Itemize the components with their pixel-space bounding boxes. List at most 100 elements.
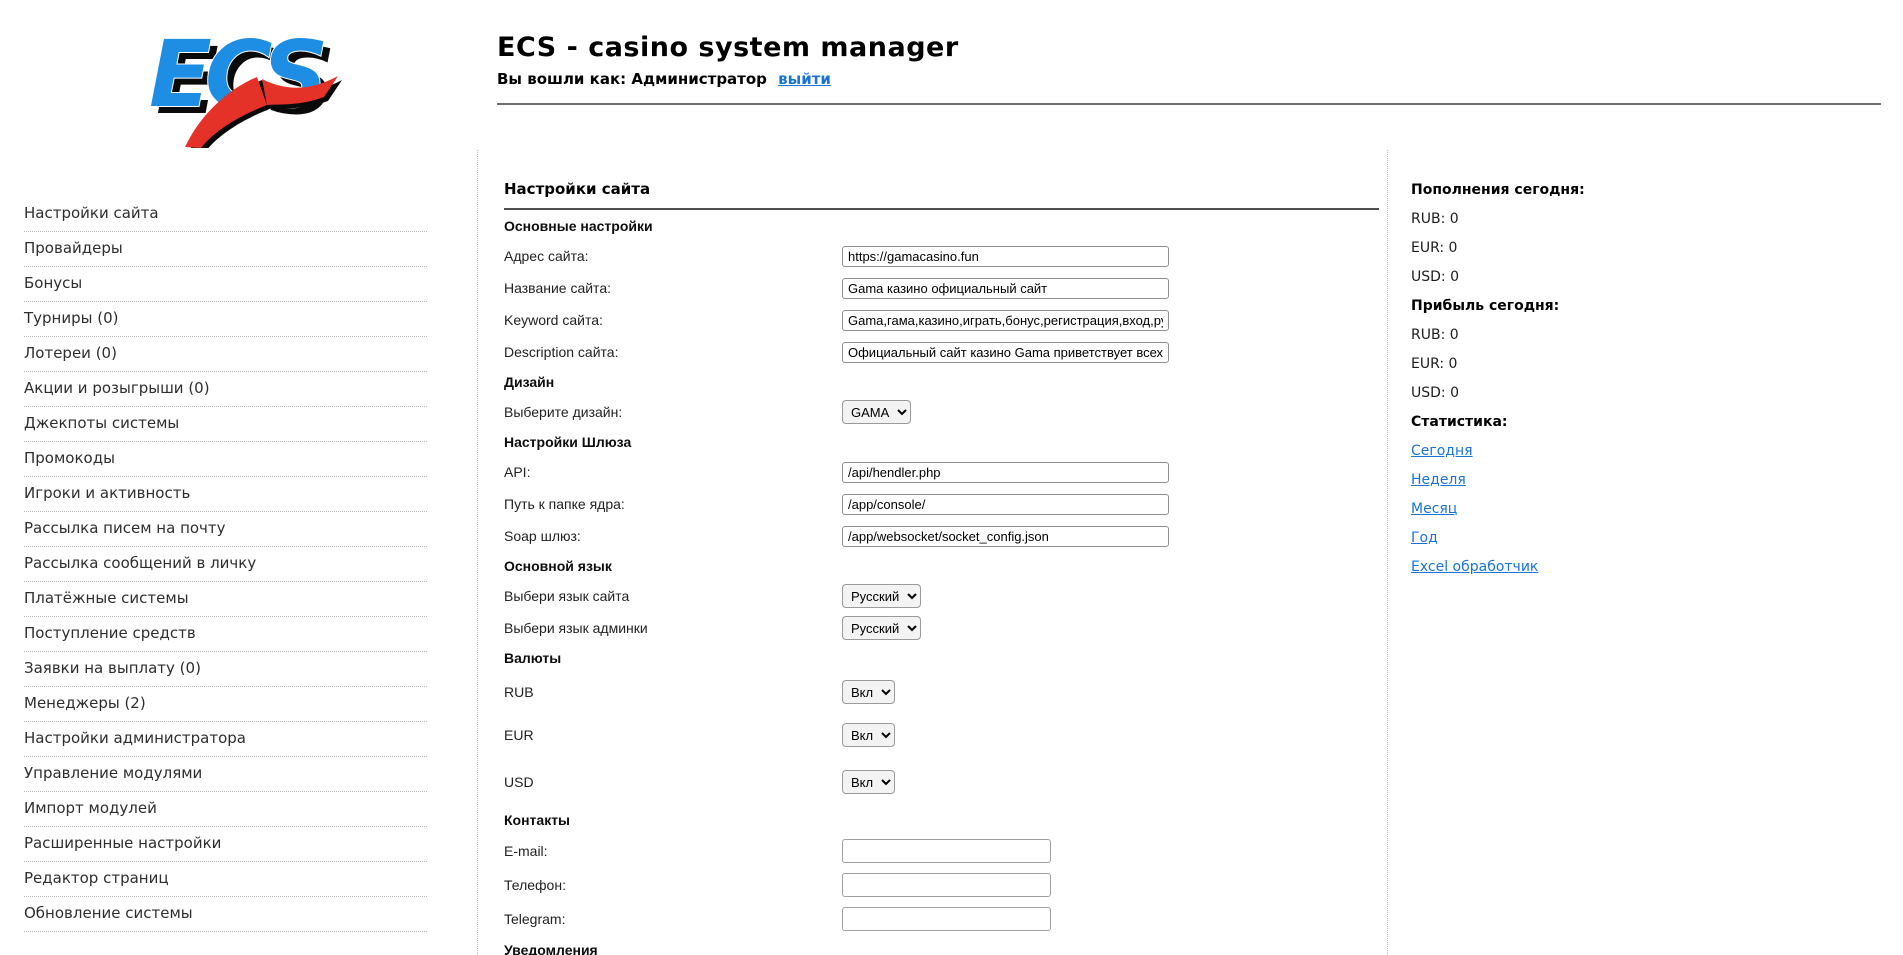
form-row: EURВкл <box>504 712 1379 758</box>
sidebar-item[interactable]: Промокоды <box>24 442 427 477</box>
sidebar-item[interactable]: Поступление средств <box>24 617 427 652</box>
field-input[interactable] <box>842 526 1169 547</box>
field-select[interactable]: Вкл <box>842 680 895 704</box>
field-label: Название сайта: <box>504 280 842 296</box>
login-status: Вы вошли как: Администратор выйти <box>497 70 1881 88</box>
sidebar-item[interactable]: Управление модулями <box>24 757 427 792</box>
form-row: Description сайта: <box>504 336 1379 368</box>
sidebar-item[interactable]: Настройки администратора <box>24 722 427 757</box>
form-row: Telegram: <box>504 902 1379 936</box>
form-row: API: <box>504 456 1379 488</box>
sidebar-item[interactable]: Импорт модулей <box>24 792 427 827</box>
page: ECS ECS ECS - casino system manager Вы в… <box>0 0 1903 955</box>
field-label: Telegram: <box>504 911 842 927</box>
field-label: Адрес сайта: <box>504 248 842 264</box>
profit-title: Прибыль сегодня: <box>1411 298 1711 314</box>
field-input[interactable] <box>842 278 1169 299</box>
header: ECS - casino system manager Вы вошли как… <box>497 32 1881 88</box>
stats-link[interactable]: Excel обработчик <box>1411 559 1711 575</box>
deposits-title: Пополнения сегодня: <box>1411 182 1711 198</box>
form-row: Выберите дизайн:GAMA <box>504 396 1379 428</box>
sidebar-item[interactable]: Рассылка писем на почту <box>24 512 427 547</box>
stat-row: USD: 0 <box>1411 385 1711 401</box>
app-title: ECS - casino system manager <box>497 32 1881 63</box>
field-label: Выбери язык админки <box>504 620 842 636</box>
sidebar-item[interactable]: Турниры (0) <box>24 302 427 337</box>
field-label: E-mail: <box>504 843 842 859</box>
form-section-title: Дизайн <box>504 368 1379 396</box>
field-input[interactable] <box>842 494 1169 515</box>
form-row: Название сайта: <box>504 272 1379 304</box>
profit-list: RUB: 0 EUR: 0 USD: 0 <box>1411 327 1711 401</box>
sidebar-item[interactable]: Рассылка сообщений в личку <box>24 547 427 582</box>
sidebar-item[interactable]: Редактор страниц <box>24 862 427 897</box>
stats-title: Статистика: <box>1411 414 1711 430</box>
sidebar-item[interactable]: Настройки сайта <box>24 197 427 232</box>
login-status-text: Вы вошли как: Администратор <box>497 70 767 88</box>
stats-link[interactable]: Неделя <box>1411 472 1711 488</box>
form-row: E-mail: <box>504 834 1379 868</box>
stat-row: RUB: 0 <box>1411 327 1711 343</box>
sidebar-item[interactable]: Бонусы <box>24 267 427 302</box>
form-row: Keyword сайта: <box>504 304 1379 336</box>
field-input[interactable] <box>842 310 1169 331</box>
form-section-title: Основные настройки <box>504 212 1379 240</box>
stat-row: RUB: 0 <box>1411 211 1711 227</box>
field-input[interactable] <box>842 873 1051 897</box>
field-input[interactable] <box>842 462 1169 483</box>
sidebar-item[interactable]: Игроки и активность <box>24 477 427 512</box>
sidebar-item[interactable]: Джекпоты системы <box>24 407 427 442</box>
ecs-logo: ECS ECS <box>138 16 343 148</box>
field-label: Soap шлюз: <box>504 528 842 544</box>
sidebar-item[interactable]: Заявки на выплату (0) <box>24 652 427 687</box>
main-content: Настройки сайта Основные настройки Адрес … <box>477 150 1388 955</box>
stats-link[interactable]: Сегодня <box>1411 443 1711 459</box>
settings-form: Основные настройки Адрес сайта: Название с… <box>504 212 1379 955</box>
sidebar-item[interactable]: Расширенные настройки <box>24 827 427 862</box>
form-row: Телефон: <box>504 868 1379 902</box>
field-label: Путь к папке ядра: <box>504 496 842 512</box>
stat-row: EUR: 0 <box>1411 356 1711 372</box>
logout-link[interactable]: выйти <box>778 70 831 88</box>
form-section-title: Настройки Шлюза <box>504 428 1379 456</box>
form-row: USDВкл <box>504 758 1379 806</box>
field-select[interactable]: Русский <box>842 616 921 640</box>
field-input[interactable] <box>842 246 1169 267</box>
sidebar-item[interactable]: Менеджеры (2) <box>24 687 427 722</box>
stats-link[interactable]: Месяц <box>1411 501 1711 517</box>
sidebar: Настройки сайтаПровайдерыБонусыТурниры (… <box>24 197 427 932</box>
field-select[interactable]: Вкл <box>842 723 895 747</box>
sidebar-item[interactable]: Провайдеры <box>24 232 427 267</box>
field-input[interactable] <box>842 839 1051 863</box>
deposits-list: RUB: 0EUR: 0USD: 0 <box>1411 211 1711 285</box>
field-label: Выбери язык сайта <box>504 588 842 604</box>
sidebar-item[interactable]: Лотереи (0) <box>24 337 427 372</box>
title-divider <box>504 208 1379 210</box>
field-label: Выберите дизайн: <box>504 404 842 420</box>
field-input[interactable] <box>842 907 1051 931</box>
form-row: Путь к папке ядра: <box>504 488 1379 520</box>
form-section-title: Основной язык <box>504 552 1379 580</box>
header-divider <box>497 103 1881 105</box>
field-select[interactable]: Вкл <box>842 770 895 794</box>
page-title: Настройки сайта <box>504 180 1387 198</box>
field-select[interactable]: Русский <box>842 584 921 608</box>
stats-link[interactable]: Год <box>1411 530 1711 546</box>
field-input[interactable] <box>842 342 1169 363</box>
field-select[interactable]: GAMA <box>842 400 911 424</box>
sidebar-item[interactable]: Акции и розыгрыши (0) <box>24 372 427 407</box>
form-section-title: Контакты <box>504 806 1379 834</box>
form-row: Адрес сайта: <box>504 240 1379 272</box>
sidebar-item[interactable]: Обновление системы <box>24 897 427 932</box>
field-label: EUR <box>504 727 842 743</box>
form-row: RUBВкл <box>504 672 1379 712</box>
field-label: Description сайта: <box>504 344 842 360</box>
field-label: Телефон: <box>504 877 842 893</box>
form-row: Выбери язык сайтаРусский <box>504 580 1379 612</box>
sidebar-item[interactable]: Платёжные системы <box>24 582 427 617</box>
stats-links: Сегодня Неделя Месяц Год Excel обработчик <box>1411 443 1711 575</box>
field-label: API: <box>504 464 842 480</box>
stat-row: USD: 0 <box>1411 269 1711 285</box>
form-section-title: Валюты <box>504 644 1379 672</box>
field-label: USD <box>504 774 842 790</box>
